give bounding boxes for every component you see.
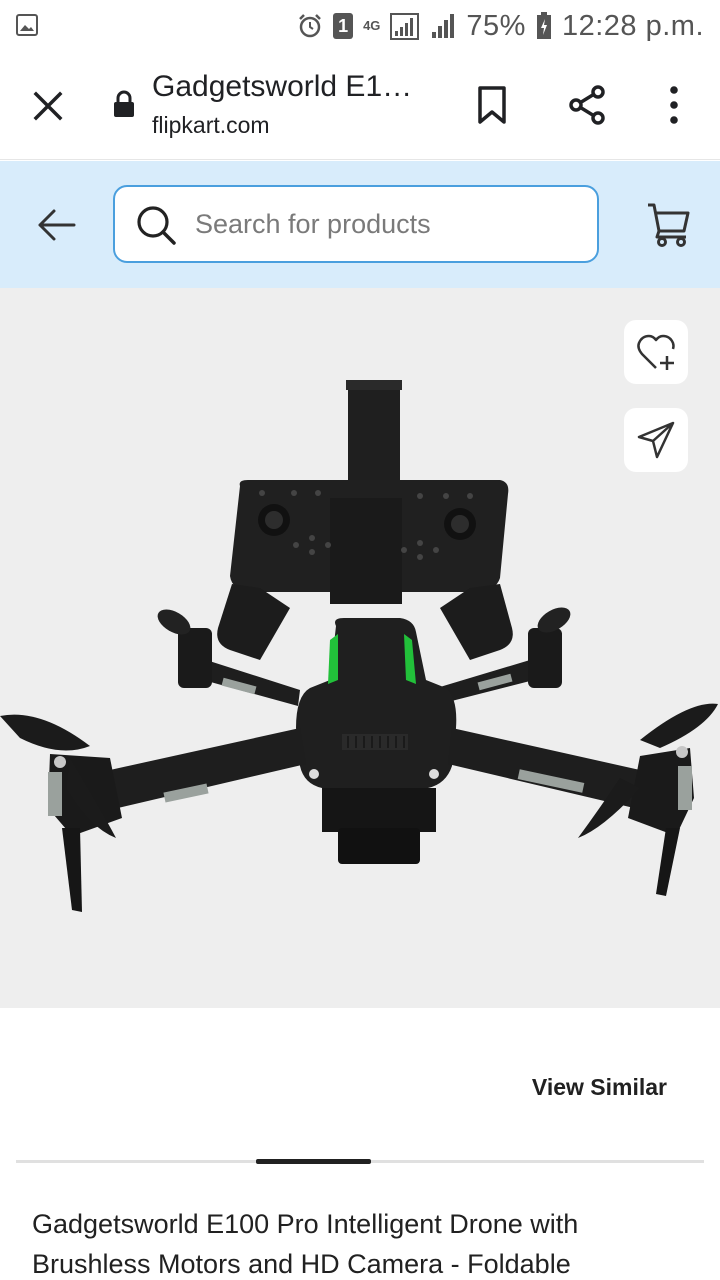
product-title: Gadgetsworld E100 Pro Intelligent Drone … [32,1209,579,1279]
back-arrow-icon[interactable] [34,205,78,245]
page-url[interactable]: flipkart.com [152,112,270,139]
share-product-button[interactable] [624,408,688,472]
wishlist-add-icon [637,334,675,370]
battery-percent: 75% [466,9,526,42]
search-icon [137,206,176,245]
battery-icon [536,12,551,39]
browser-toolbar: Gadgetsworld E1… flipkart.com [0,52,720,160]
wishlist-button[interactable] [624,320,688,384]
network-type: 4G [363,18,381,33]
close-icon[interactable] [28,86,68,126]
search-header [0,161,720,288]
search-box[interactable] [113,185,599,263]
more-icon[interactable] [660,84,688,126]
cart-icon[interactable] [646,201,692,247]
lock-icon [114,90,134,117]
alarm-icon [299,14,321,38]
signal-icon [390,13,420,40]
search-input[interactable] [195,203,575,245]
drone-product-image[interactable] [0,288,720,1008]
share-icon[interactable] [566,84,608,126]
signal-bars-icon [432,14,455,38]
clock: 12:28 p.m. [561,9,704,42]
bookmark-icon[interactable] [474,84,510,126]
page-title[interactable]: Gadgetsworld E1… [152,70,412,104]
carousel-indicator [256,1159,371,1164]
sim-badge: 1 [333,13,354,39]
image-icon [16,14,38,36]
product-image-area[interactable] [0,288,720,1008]
send-icon [637,421,675,459]
view-similar-button[interactable]: View Similar [532,1074,667,1101]
status-bar: 1 4G 75% 12:28 p.m. [0,0,720,52]
